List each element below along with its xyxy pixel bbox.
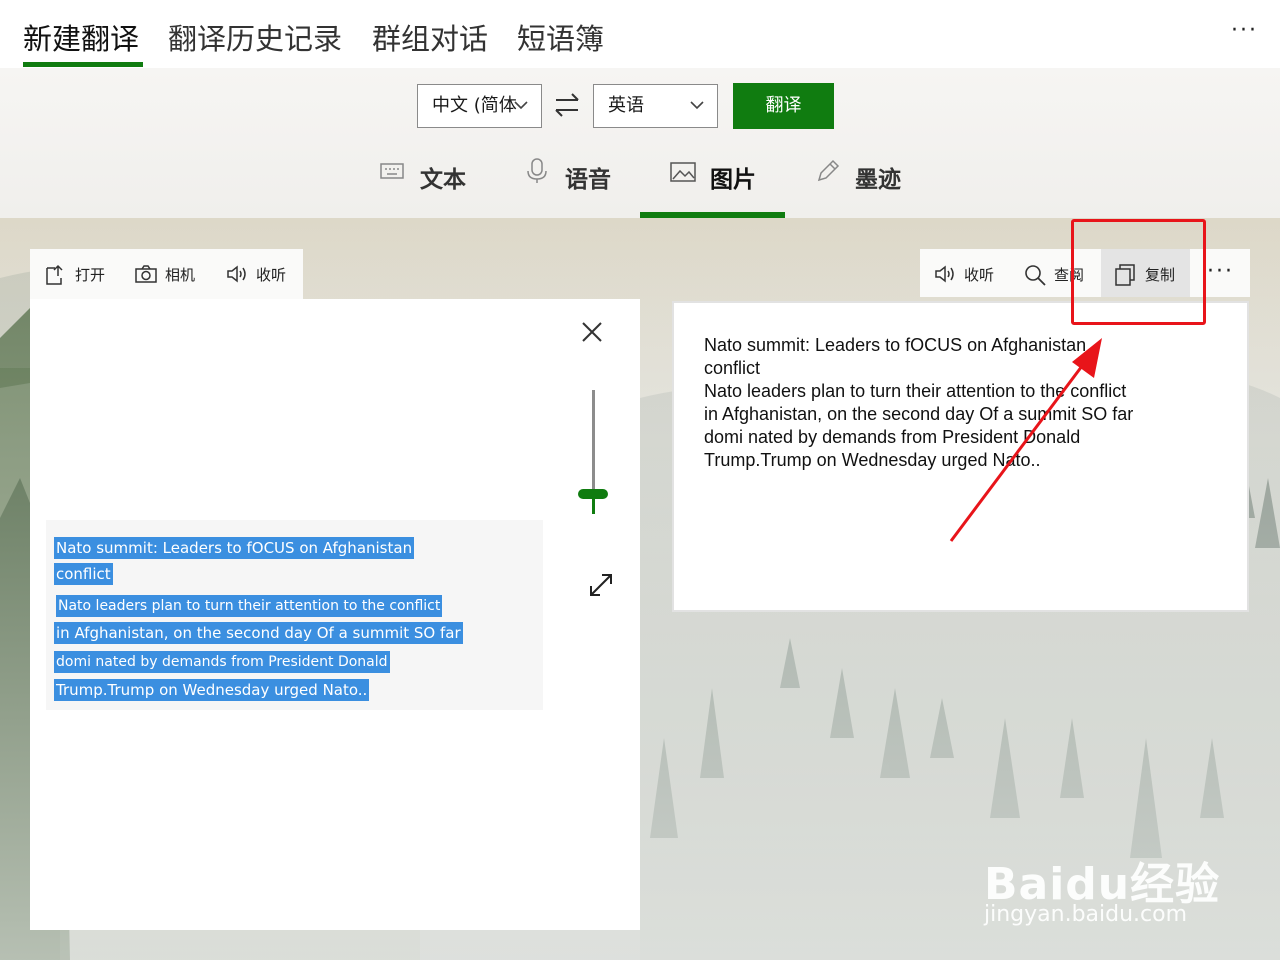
microphone-icon — [527, 158, 547, 183]
mode-text[interactable]: 文本 — [380, 156, 470, 196]
swap-languages-icon[interactable] — [552, 90, 582, 120]
mode-voice-label: 语音 — [565, 167, 611, 193]
mode-text-label: 文本 — [420, 167, 466, 193]
left-toolbar: 打开 相机 收听 — [30, 249, 303, 299]
highlighted-text-line: Nato summit: Leaders to fOCUS on Afghani… — [54, 537, 415, 559]
open-button-label: 打开 — [75, 266, 106, 284]
translation-result-text[interactable]: Nato summit: Leaders to fOCUS on Afghani… — [704, 334, 1204, 472]
mode-image[interactable]: 图片 — [670, 156, 760, 196]
control-band: 中文 (简体 英语 翻译 文本 语音 图片 墨迹 — [0, 68, 1280, 218]
translation-result-panel: Nato summit: Leaders to fOCUS on Afghani… — [672, 301, 1249, 612]
chevron-down-icon — [513, 85, 529, 127]
active-tab-indicator — [23, 62, 143, 67]
tab-phrasebook[interactable]: 短语簿 — [517, 16, 604, 58]
result-line: domi nated by demands from President Don… — [704, 427, 1081, 447]
result-line: conflict — [704, 358, 761, 378]
target-language-value: 英语 — [608, 95, 644, 116]
watermark-url: jingyan.baidu.com — [984, 902, 1188, 927]
result-line: Nato leaders plan to turn their attentio… — [704, 381, 1127, 401]
highlighted-text-line: Nato leaders plan to turn their attentio… — [56, 595, 443, 617]
image-input-panel: Nato summit: Leaders to fOCUS on Afghani… — [30, 299, 640, 930]
result-listen-label: 收听 — [964, 266, 995, 284]
camera-icon — [135, 265, 157, 283]
close-icon[interactable] — [581, 321, 603, 343]
captured-image: Nato summit: Leaders to fOCUS on Afghani… — [46, 520, 543, 710]
result-line: Nato summit: Leaders to fOCUS on Afghani… — [704, 335, 1087, 355]
more-options-button[interactable]: ··· — [1231, 18, 1258, 43]
result-more-button[interactable]: ··· — [1207, 259, 1234, 284]
watermark: Baidu经验 jingyan.baidu.com — [984, 824, 1224, 944]
tab-translation-history[interactable]: 翻译历史记录 — [168, 16, 342, 58]
translate-button[interactable]: 翻译 — [733, 83, 834, 129]
chevron-down-icon — [689, 85, 705, 127]
open-file-icon — [46, 264, 63, 285]
target-language-select[interactable]: 英语 — [593, 84, 718, 128]
speaker-icon — [227, 265, 246, 283]
mode-image-label: 图片 — [710, 167, 756, 193]
mode-ink[interactable]: 墨迹 — [815, 156, 905, 196]
camera-button-label: 相机 — [165, 266, 196, 284]
expand-icon[interactable] — [587, 571, 615, 599]
listen-button-label: 收听 — [256, 266, 287, 284]
source-language-select[interactable]: 中文 (简体 — [417, 84, 542, 128]
mode-voice[interactable]: 语音 — [525, 156, 615, 196]
result-line: in Afghanistan, on the second day Of a s… — [704, 404, 1134, 424]
speaker-icon — [935, 265, 954, 283]
highlighted-text-line: in Afghanistan, on the second day Of a s… — [54, 622, 463, 644]
keyboard-icon — [380, 163, 404, 179]
annotation-highlight-box — [1071, 219, 1206, 325]
mode-ink-label: 墨迹 — [855, 167, 901, 193]
highlighted-text-line: conflict — [54, 563, 113, 585]
highlighted-text-line: Trump.Trump on Wednesday urged Nato.. — [54, 679, 370, 701]
result-line: Trump.Trump on Wednesday urged Nato.. — [704, 450, 1041, 470]
zoom-slider-thumb[interactable] — [578, 489, 608, 499]
highlighted-text-line: domi nated by demands from President Don… — [54, 651, 390, 673]
tab-group-conversation[interactable]: 群组对话 — [372, 16, 488, 58]
image-icon — [670, 162, 696, 182]
search-icon — [1025, 265, 1046, 286]
pen-icon — [817, 159, 840, 182]
top-nav: 新建翻译 翻译历史记录 群组对话 短语簿 ··· — [0, 0, 1280, 68]
source-language-value: 中文 (简体 — [432, 95, 517, 116]
tab-new-translation[interactable]: 新建翻译 — [23, 16, 139, 58]
